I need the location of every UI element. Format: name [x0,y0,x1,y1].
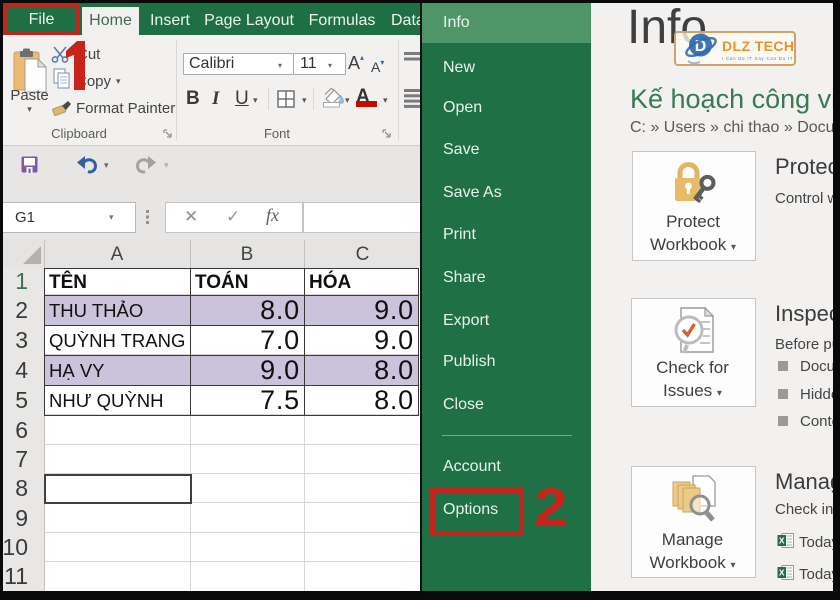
svg-text:X: X [779,536,785,546]
svg-text:X: X [779,568,785,578]
